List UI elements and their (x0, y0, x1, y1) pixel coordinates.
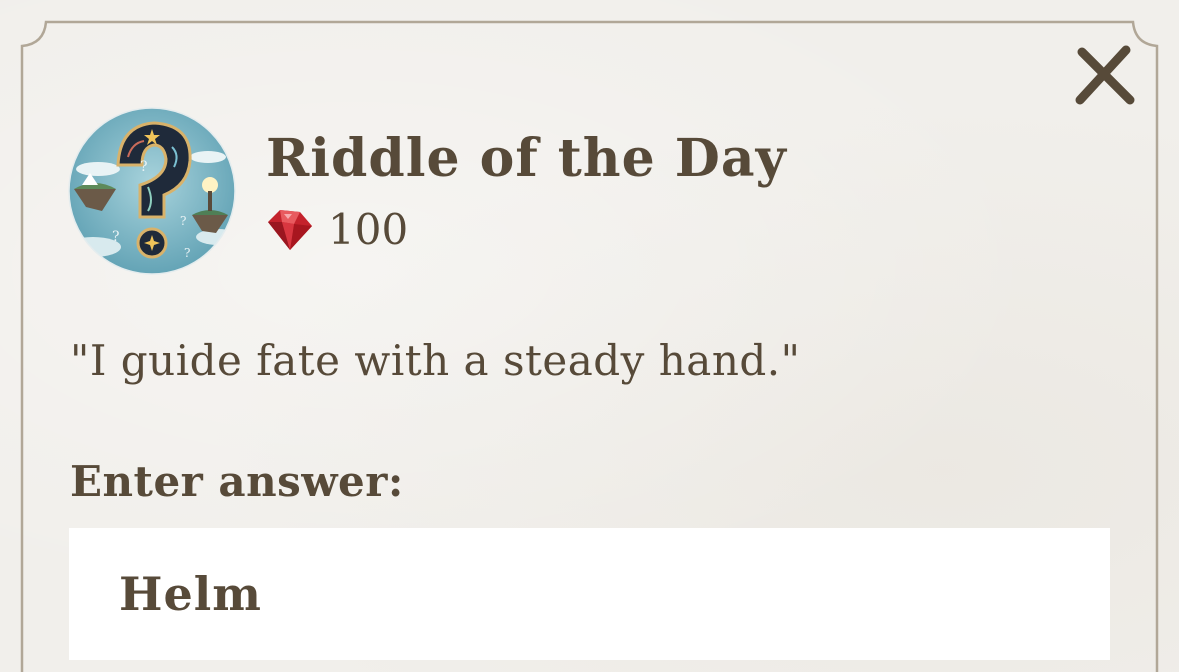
reward-amount: 100 (328, 204, 409, 254)
close-button[interactable] (1068, 40, 1140, 112)
svg-text:?: ? (112, 229, 120, 245)
answer-label: Enter answer: (70, 457, 404, 506)
riddle-text: "I guide fate with a steady hand." (70, 336, 801, 385)
svg-text:?: ? (184, 246, 190, 260)
riddle-avatar-icon: ? ? ? ? (68, 107, 236, 275)
reward-display: 100 (264, 202, 408, 256)
close-x-icon (1075, 45, 1135, 105)
answer-input[interactable] (69, 528, 1110, 660)
ruby-gem-icon (268, 210, 312, 250)
riddle-dialog: ? ? ? ? Riddle of the Day 100 "I guide f… (0, 0, 1179, 672)
riddle-title: Riddle of the Day (266, 128, 787, 189)
svg-text:?: ? (140, 159, 148, 175)
svg-text:?: ? (180, 214, 186, 228)
